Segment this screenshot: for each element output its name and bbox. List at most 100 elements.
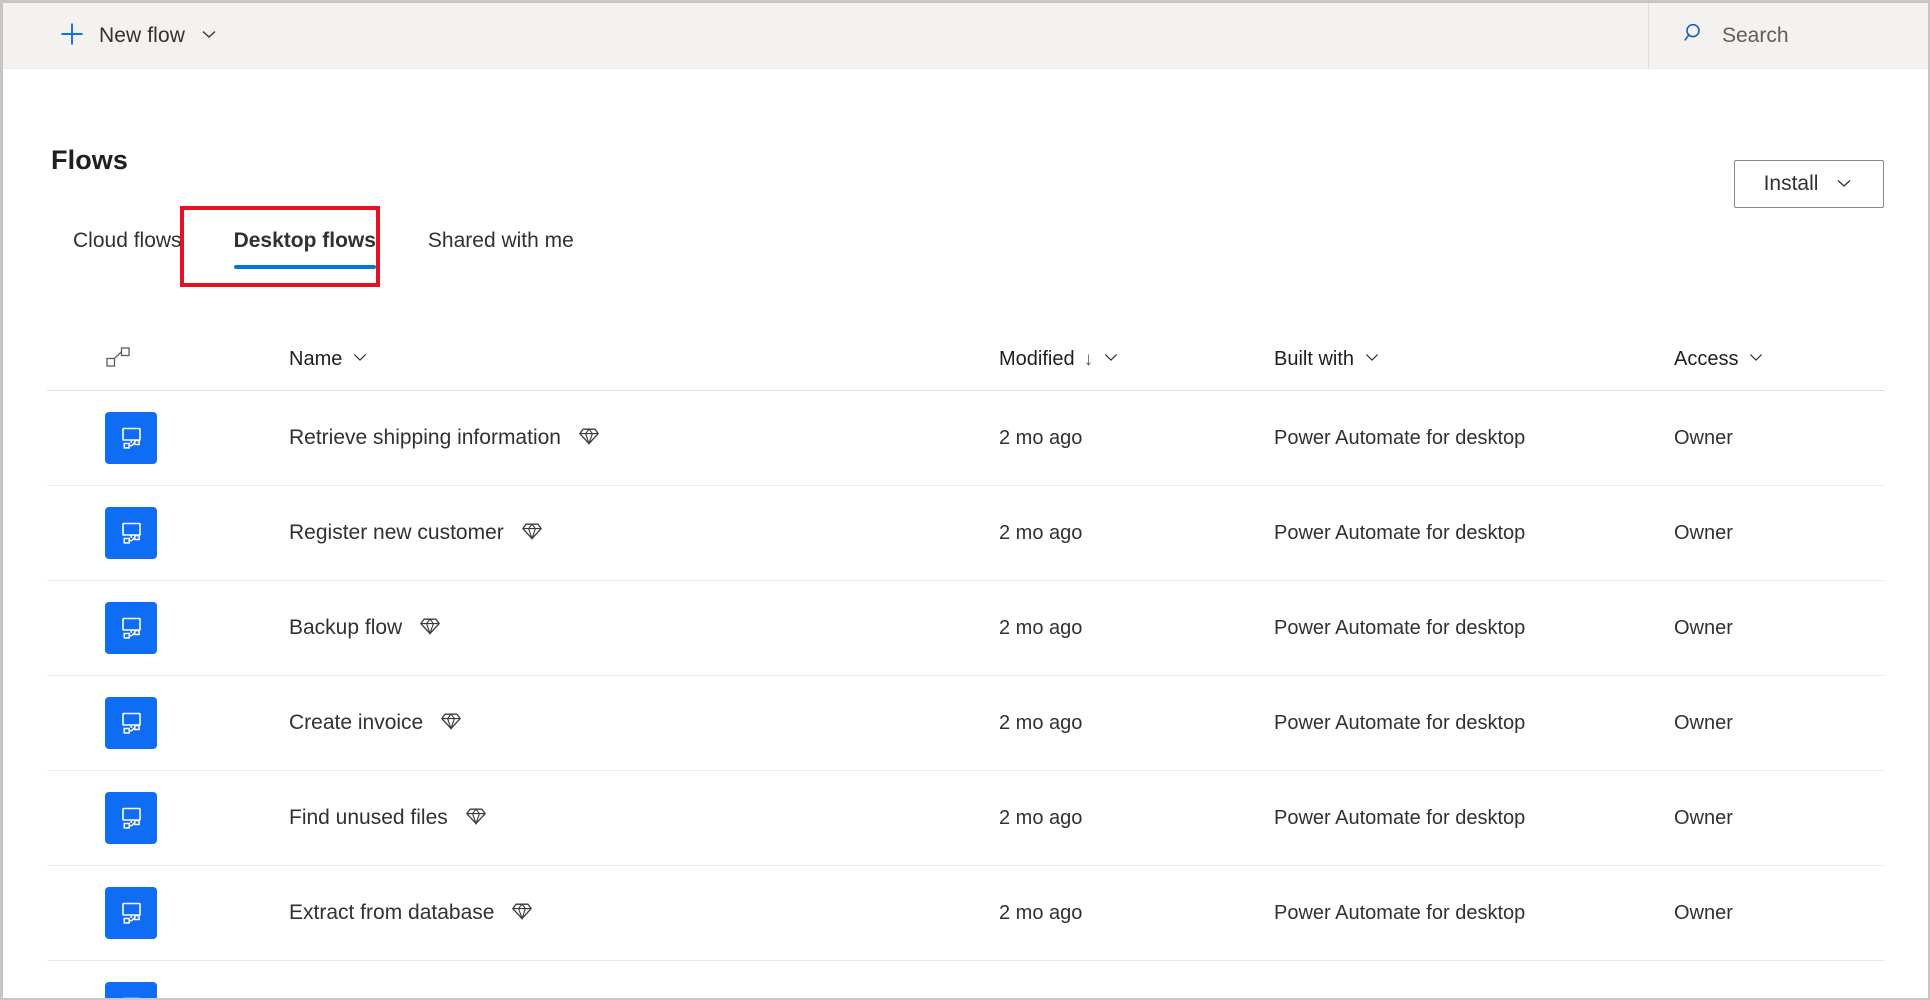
access-value: Owner (1674, 616, 1733, 639)
row-name-cell: Find unused files (189, 806, 999, 831)
built-with-value: Power Automate for desktop (1274, 521, 1526, 544)
table-row[interactable]: Register new customer 2 mo ago Power Aut… (47, 486, 1885, 581)
table-row[interactable]: Find unused files 2 mo ago Power Automat… (47, 771, 1885, 866)
column-header-access-label: Access (1674, 348, 1739, 370)
tab-desktop-flows[interactable]: Desktop flows (208, 226, 402, 269)
flows-table: Name Modified ↓ Built with Access Retrie… (47, 329, 1885, 999)
modified-value: 2 mo ago (999, 426, 1083, 449)
row-name-cell: Operational flow (189, 996, 999, 998)
row-icon-cell (47, 507, 189, 559)
row-built-with-cell: Power Automate for desktop (1274, 807, 1674, 830)
search-icon (1682, 21, 1706, 50)
row-icon-cell (47, 602, 189, 654)
flow-name-link[interactable]: Backup flow (289, 616, 402, 640)
modified-value: 2 mo ago (999, 806, 1083, 829)
new-flow-label: New flow (99, 23, 185, 47)
flow-name-link[interactable]: Extract from database (289, 901, 494, 925)
new-flow-button[interactable]: New flow (51, 14, 227, 58)
premium-diamond-icon (511, 901, 533, 926)
desktop-flow-icon[interactable] (105, 697, 157, 749)
desktop-flow-icon[interactable] (105, 982, 157, 998)
row-icon-cell (47, 412, 189, 464)
chevron-down-icon (1102, 348, 1120, 372)
premium-diamond-icon (419, 616, 441, 641)
premium-diamond-icon (440, 711, 462, 736)
access-value: Owner (1674, 806, 1733, 829)
premium-diamond-icon (521, 521, 543, 546)
column-header-name-button[interactable]: Name (289, 348, 369, 372)
row-icon-cell (47, 792, 189, 844)
row-built-with-cell: Power Automate for desktop (1274, 427, 1674, 450)
row-modified-cell: 2 mo ago (999, 902, 1274, 925)
row-built-with-cell: Power Automate for desktop (1274, 712, 1674, 735)
command-bar: New flow Search (3, 3, 1928, 69)
row-modified-cell: 2 mo ago (999, 427, 1274, 450)
flow-name-link[interactable]: Retrieve shipping information (289, 426, 561, 450)
desktop-flow-icon[interactable] (105, 887, 157, 939)
modified-value: 2 mo ago (999, 901, 1083, 924)
column-header-modified-button[interactable]: Modified ↓ (999, 348, 1120, 372)
flows-tablist: Cloud flows Desktop flows Shared with me (47, 226, 600, 269)
flow-name-link[interactable]: Create invoice (289, 711, 423, 735)
flows-page: Flows Install Cloud flows Desktop flows … (3, 69, 1928, 999)
table-row[interactable]: Extract from database 2 mo ago Power Aut… (47, 866, 1885, 961)
table-row[interactable]: Create invoice 2 mo ago Power Automate f… (47, 676, 1885, 771)
column-header-flow-icon (47, 346, 189, 373)
desktop-flow-icon[interactable] (105, 602, 157, 654)
flow-name-link[interactable]: Operational flow (289, 996, 441, 998)
access-value: Owner (1674, 521, 1733, 544)
built-with-value: Power Automate for desktop (1274, 806, 1526, 829)
desktop-flow-icon[interactable] (105, 412, 157, 464)
row-built-with-cell: Power Automate for desktop (1274, 522, 1674, 545)
plus-icon (59, 21, 85, 50)
column-header-built-with-button[interactable]: Built with (1274, 348, 1381, 372)
row-modified-cell: 2 mo ago (999, 807, 1274, 830)
row-name-cell: Backup flow (189, 616, 999, 641)
column-header-built-with: Built with (1274, 348, 1674, 372)
flow-name-link[interactable]: Register new customer (289, 521, 504, 545)
access-value: Owner (1674, 711, 1733, 734)
access-value: Owner (1674, 426, 1733, 449)
premium-diamond-icon (458, 996, 480, 998)
column-header-built-with-label: Built with (1274, 348, 1355, 370)
command-bar-left: New flow (3, 14, 227, 58)
table-row[interactable]: Retrieve shipping information 2 mo ago P… (47, 391, 1885, 486)
search-input[interactable]: Search (1648, 3, 1928, 69)
table-row[interactable]: Backup flow 2 mo ago Power Automate for … (47, 581, 1885, 676)
access-value: Owner (1674, 901, 1733, 924)
row-modified-cell: 2 mo ago (999, 522, 1274, 545)
built-with-value: Power Automate for desktop (1274, 616, 1526, 639)
table-body: Retrieve shipping information 2 mo ago P… (47, 391, 1885, 999)
tab-shared-with-me[interactable]: Shared with me (402, 226, 600, 256)
modified-value: 2 mo ago (999, 521, 1083, 544)
row-built-with-cell: Power Automate for desktop (1274, 902, 1674, 925)
flow-name-link[interactable]: Find unused files (289, 806, 448, 830)
sort-descending-icon: ↓ (1083, 348, 1094, 370)
premium-diamond-icon (578, 426, 600, 451)
table-header-row: Name Modified ↓ Built with Access (47, 329, 1885, 391)
row-built-with-cell: Power Automate for desktop (1274, 997, 1674, 999)
modified-value: 2 mo ago (999, 616, 1083, 639)
row-access-cell: Owner (1674, 617, 1885, 640)
column-header-access: Access (1674, 348, 1885, 372)
row-access-cell: Owner (1674, 997, 1885, 999)
row-name-cell: Retrieve shipping information (189, 426, 999, 451)
row-icon-cell (47, 697, 189, 749)
row-name-cell: Create invoice (189, 711, 999, 736)
access-value: Owner (1674, 997, 1733, 999)
row-name-cell: Extract from database (189, 901, 999, 926)
tab-cloud-flows[interactable]: Cloud flows (47, 226, 208, 256)
desktop-flow-icon[interactable] (105, 792, 157, 844)
modified-value: 2 mo ago (999, 711, 1083, 734)
chevron-down-icon (1747, 348, 1765, 372)
column-header-access-button[interactable]: Access (1674, 348, 1765, 372)
command-bar-right: Search (1648, 3, 1928, 69)
table-row[interactable]: Operational flow 2 mo ago Power Automate… (47, 961, 1885, 999)
modified-value: 2 mo ago (999, 997, 1082, 999)
column-header-modified-label: Modified (999, 348, 1075, 370)
chevron-down-icon (351, 348, 369, 372)
chevron-down-icon (199, 24, 219, 47)
desktop-flow-icon[interactable] (105, 507, 157, 559)
flow-connector-icon (105, 346, 131, 373)
install-button[interactable]: Install (1734, 160, 1884, 208)
